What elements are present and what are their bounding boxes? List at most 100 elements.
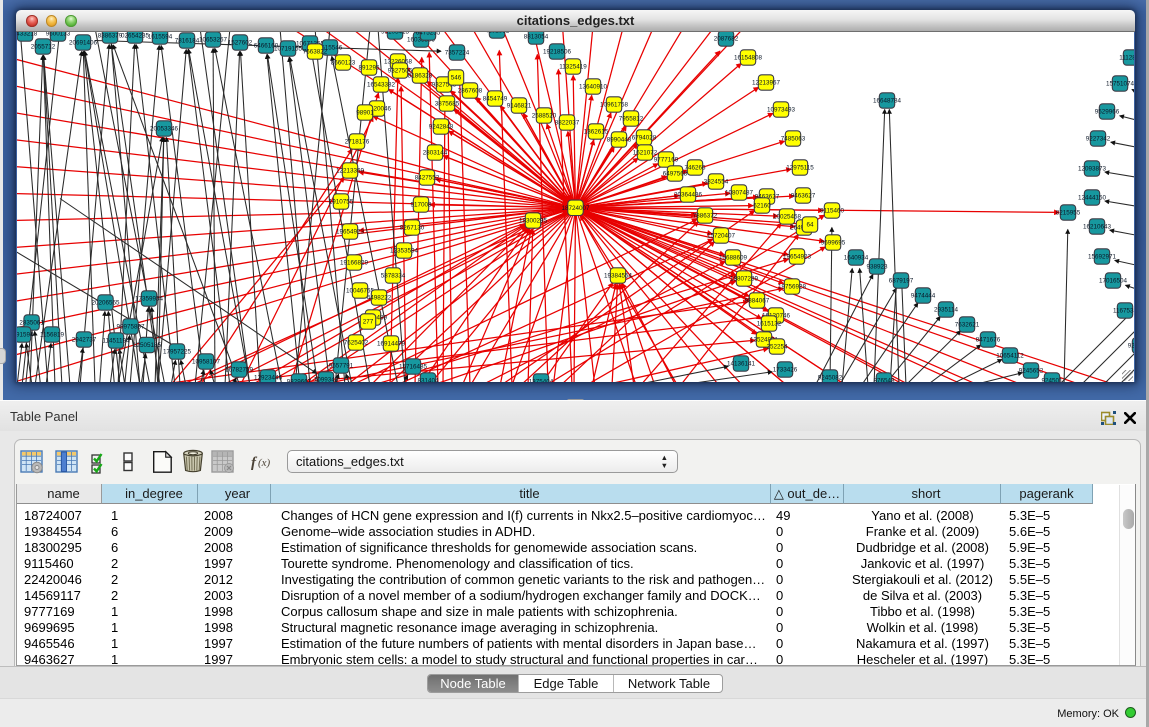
svg-text:2835061: 2835061 — [19, 319, 44, 326]
svg-text:277: 277 — [363, 318, 374, 325]
svg-text:938923: 938923 — [866, 263, 888, 270]
svg-text:15716485: 15716485 — [399, 363, 428, 370]
svg-text:62160: 62160 — [753, 202, 771, 209]
svg-text:4192832: 4192832 — [485, 32, 510, 35]
svg-text:64: 64 — [806, 221, 814, 228]
svg-text:546: 546 — [451, 74, 462, 81]
svg-text:18300295: 18300295 — [519, 217, 548, 224]
svg-text:9600133: 9600133 — [46, 32, 71, 38]
svg-text:924501: 924501 — [1041, 377, 1063, 381]
svg-text:1099343: 1099343 — [314, 376, 339, 381]
svg-text:5878334: 5878334 — [381, 272, 406, 279]
svg-text:12213369: 12213369 — [336, 167, 365, 174]
svg-text:10961758: 10961758 — [600, 101, 629, 108]
svg-text:17957225: 17957225 — [163, 348, 192, 355]
svg-text:1910755: 1910755 — [329, 198, 354, 205]
svg-text:6497568: 6497568 — [663, 170, 688, 177]
svg-text:8215955: 8215955 — [1056, 209, 1081, 216]
svg-text:9115460: 9115460 — [820, 207, 845, 214]
svg-text:17359934: 17359934 — [135, 295, 164, 302]
svg-text:19654923: 19654923 — [783, 253, 812, 260]
svg-text:876543: 876543 — [873, 377, 895, 381]
svg-text:99975887: 99975887 — [116, 323, 145, 330]
svg-text:19218506: 19218506 — [543, 48, 572, 55]
svg-text:2087682: 2087682 — [714, 35, 739, 42]
svg-text:8454749: 8454749 — [483, 95, 508, 102]
svg-text:2867608: 2867608 — [458, 87, 483, 94]
svg-text:10958107: 10958107 — [192, 358, 221, 365]
svg-text:16648784: 16648784 — [873, 97, 902, 104]
svg-text:2588520: 2588520 — [532, 112, 557, 119]
svg-text:19756928: 19756928 — [778, 283, 807, 290]
svg-text:8990448: 8990448 — [607, 136, 632, 143]
svg-text:7625402: 7625402 — [344, 339, 369, 346]
svg-text:9699695: 9699695 — [821, 239, 846, 246]
svg-text:9245082: 9245082 — [818, 374, 843, 381]
svg-text:2055712: 2055712 — [31, 43, 56, 50]
svg-text:7955812: 7955812 — [619, 115, 644, 122]
svg-text:7632621: 7632621 — [955, 321, 980, 328]
svg-text:2803144: 2803144 — [423, 149, 448, 156]
svg-text:6879197: 6879197 — [889, 277, 914, 284]
svg-text:20364436: 20364436 — [674, 191, 703, 198]
svg-text:10688609: 10688609 — [719, 254, 748, 261]
svg-text:7816184: 7816184 — [175, 37, 200, 44]
svg-text:1733426: 1733426 — [773, 366, 798, 373]
svg-text:16543382: 16543382 — [367, 81, 396, 88]
svg-text:9829667: 9829667 — [287, 378, 312, 381]
svg-text:15751074: 15751074 — [1106, 80, 1134, 87]
svg-text:20053346: 20053346 — [150, 125, 179, 132]
svg-text:12093873: 12093873 — [1078, 165, 1107, 172]
svg-text:12505185: 12505185 — [133, 342, 162, 349]
svg-text:917008: 917008 — [410, 201, 432, 208]
svg-text:11451194: 11451194 — [102, 337, 130, 344]
svg-text:2935114: 2935114 — [934, 306, 959, 313]
svg-text:20691406: 20691406 — [69, 39, 98, 46]
svg-text:1615594: 1615594 — [148, 33, 173, 40]
svg-text:18807289: 18807289 — [730, 275, 759, 282]
svg-text:02654235: 02654235 — [121, 32, 150, 39]
svg-text:(x): (x) — [258, 457, 271, 469]
svg-text:9245012: 9245012 — [1128, 342, 1134, 349]
svg-text:12923446: 12923446 — [254, 374, 283, 381]
svg-text:8822037: 8822037 — [555, 119, 580, 126]
svg-text:14136141: 14136141 — [727, 360, 756, 367]
svg-text:6794028: 6794028 — [632, 134, 657, 141]
svg-text:1156819: 1156819 — [40, 331, 65, 338]
svg-text:9777169: 9777169 — [654, 156, 679, 163]
svg-text:9146821: 9146821 — [507, 102, 532, 109]
svg-text:16154808: 16154808 — [734, 54, 763, 61]
svg-text:10654112: 10654112 — [996, 352, 1024, 359]
svg-text:1375404: 1375404 — [529, 378, 554, 381]
svg-text:10807487: 10807487 — [725, 189, 754, 196]
svg-text:6475255: 6475255 — [416, 32, 441, 37]
svg-text:8386379: 8386379 — [98, 32, 123, 39]
svg-text:15720407: 15720407 — [707, 232, 736, 239]
svg-text:1640934: 1640934 — [844, 254, 869, 261]
svg-text:9884067: 9884067 — [745, 297, 770, 304]
svg-text:13640910: 13640910 — [579, 83, 608, 90]
svg-text:9242848: 9242848 — [429, 123, 454, 130]
svg-text:1112845: 1112845 — [1119, 54, 1134, 61]
svg-text:10046765: 10046765 — [346, 287, 375, 294]
svg-text:19654923: 19654923 — [336, 228, 365, 235]
svg-text:391594: 391594 — [17, 331, 34, 338]
svg-text:10025458: 10025458 — [773, 213, 802, 220]
svg-text:8267130: 8267130 — [400, 224, 425, 231]
svg-text:16782759: 16782759 — [225, 366, 254, 373]
svg-text:8427552: 8427552 — [415, 174, 440, 181]
svg-text:10653267: 10653267 — [199, 36, 228, 43]
svg-text:1527602: 1527602 — [228, 39, 253, 46]
svg-text:1362615: 1362615 — [584, 128, 609, 135]
svg-text:16914479: 16914479 — [377, 340, 406, 347]
svg-text:18724007: 18724007 — [561, 204, 590, 211]
svg-text:12444150: 12444150 — [1078, 194, 1107, 201]
svg-text:746266: 746266 — [684, 164, 706, 171]
svg-text:93103413: 93103413 — [381, 32, 410, 36]
svg-text:9474444: 9474444 — [911, 292, 936, 299]
svg-text:9657791: 9657791 — [329, 362, 354, 369]
svg-text:12975115: 12975115 — [786, 164, 814, 171]
svg-text:2718176: 2718176 — [345, 138, 370, 145]
svg-text:3824554: 3824554 — [704, 178, 729, 185]
svg-text:8471676: 8471676 — [976, 336, 1001, 343]
